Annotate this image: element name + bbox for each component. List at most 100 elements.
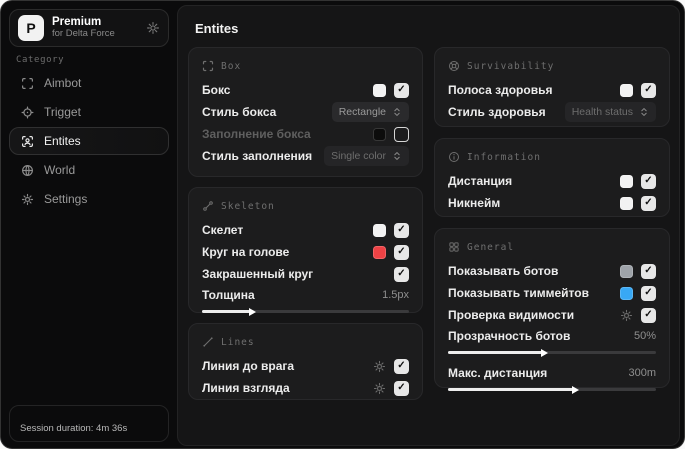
row-label: Дистанция <box>448 174 513 188</box>
app-window: P Premium for Delta Force Category Aimbo… <box>0 0 685 449</box>
show-teammates-checkbox[interactable]: ✓ <box>641 285 656 301</box>
slider-fill <box>448 348 548 357</box>
sidebar-item-settings[interactable]: Settings <box>9 185 169 213</box>
brand-subtitle: for Delta Force <box>52 28 115 40</box>
check-icon: ✓ <box>397 360 406 371</box>
slider-thumb[interactable] <box>571 385 579 394</box>
box-card-header: Box <box>202 57 409 75</box>
general-card-header: General <box>448 238 656 256</box>
dropdown-value: Health status <box>571 106 633 118</box>
row-label: Прозрачность ботов <box>448 329 571 343</box>
unfold-icon <box>392 151 402 161</box>
page-title: Entites <box>195 21 239 36</box>
visibility-settings-gear-icon[interactable] <box>620 309 633 322</box>
row-thickness: Толщина 1.5px <box>202 285 409 305</box>
row-show-teammates: Показывать тиммейтов ✓ <box>448 282 656 304</box>
enemy-line-settings-gear-icon[interactable] <box>373 360 386 373</box>
row-box-fill-style: Стиль заполнения Single color <box>202 145 409 167</box>
box-color-swatch[interactable] <box>373 83 386 97</box>
gear-icon <box>21 193 34 206</box>
row-enemy-line: Линия до врага ✓ <box>202 355 409 377</box>
head-circle-color-swatch[interactable] <box>373 245 386 259</box>
row-label: Бокс <box>202 83 231 97</box>
bone-icon <box>202 200 214 212</box>
row-label: Макс. дистанция <box>448 366 548 380</box>
box-style-dropdown[interactable]: Rectangle <box>331 102 409 122</box>
row-label: Заполнение бокса <box>202 127 311 141</box>
enemy-line-checkbox[interactable]: ✓ <box>394 358 409 374</box>
box-card: Box Бокс ✓ Стиль бокса Rectangle Заполне… <box>188 47 423 177</box>
sidebar-item-trigget[interactable]: Trigget <box>9 98 169 126</box>
box-fill-style-dropdown[interactable]: Single color <box>324 146 409 166</box>
settings-gear-icon[interactable] <box>146 21 160 35</box>
head-circle-checkbox[interactable]: ✓ <box>394 244 409 260</box>
row-label: Никнейм <box>448 196 501 210</box>
health-style-dropdown[interactable]: Health status <box>564 102 656 122</box>
globe-icon <box>21 164 34 177</box>
nickname-color-swatch[interactable] <box>620 196 633 210</box>
lines-card-header: Lines <box>202 333 409 351</box>
sidebar-item-label: Settings <box>44 192 88 206</box>
max-distance-value: 300m <box>628 367 656 379</box>
row-label: Полоса здоровья <box>448 83 553 97</box>
sidebar-item-label: Aimbot <box>44 76 82 90</box>
line-icon <box>202 336 214 348</box>
health-bar-color-swatch[interactable] <box>620 83 633 97</box>
row-label: Закрашенный круг <box>202 267 314 281</box>
row-head-circle: Круг на голове ✓ <box>202 241 409 263</box>
sidebar-item-world[interactable]: World <box>9 156 169 184</box>
sidebar: P Premium for Delta Force Category Aimbo… <box>1 1 177 448</box>
view-line-checkbox[interactable]: ✓ <box>394 380 409 396</box>
row-label: Круг на голове <box>202 245 290 259</box>
sidebar-item-aimbot[interactable]: Aimbot <box>9 69 169 97</box>
box-enable-checkbox[interactable]: ✓ <box>394 82 409 98</box>
bots-opacity-slider[interactable] <box>448 348 656 357</box>
skeleton-color-swatch[interactable] <box>373 223 386 237</box>
slider-thumb[interactable] <box>248 307 256 316</box>
row-filled-circle: Закрашенный круг ✓ <box>202 263 409 285</box>
row-skeleton-enable: Скелет ✓ <box>202 219 409 241</box>
visibility-check-checkbox[interactable]: ✓ <box>641 307 656 323</box>
health-bar-checkbox[interactable]: ✓ <box>641 82 656 98</box>
slider-thumb[interactable] <box>540 348 548 357</box>
grid-icon <box>448 241 460 253</box>
thickness-value: 1.5px <box>382 289 409 301</box>
lifebuoy-icon <box>448 60 460 72</box>
row-health-bar: Полоса здоровья ✓ <box>448 79 656 101</box>
category-label: Category <box>16 55 65 65</box>
row-label: Проверка видимости <box>448 308 575 322</box>
max-distance-slider[interactable] <box>448 385 656 394</box>
information-card-header: Information <box>448 148 656 166</box>
nickname-checkbox[interactable]: ✓ <box>641 195 656 211</box>
row-show-bots: Показывать ботов ✓ <box>448 260 656 282</box>
row-box-style: Стиль бокса Rectangle <box>202 101 409 123</box>
sidebar-item-entites[interactable]: Entites <box>9 127 169 155</box>
filled-circle-checkbox[interactable]: ✓ <box>394 266 409 282</box>
thickness-slider[interactable] <box>202 307 409 316</box>
survivability-card-header: Survivability <box>448 57 656 75</box>
survivability-card: Survivability Полоса здоровья ✓ Стиль зд… <box>434 47 670 127</box>
brand-card: P Premium for Delta Force <box>9 9 169 47</box>
box-fill-checkbox[interactable]: ✓ <box>394 126 409 142</box>
row-visibility-check: Проверка видимости ✓ <box>448 304 656 326</box>
app-logo: P <box>18 15 44 41</box>
dropdown-value: Single color <box>331 150 386 162</box>
lines-card-title: Lines <box>221 336 255 348</box>
logo-letter: P <box>26 20 36 36</box>
bots-color-swatch[interactable] <box>620 264 633 278</box>
distance-checkbox[interactable]: ✓ <box>641 173 656 189</box>
box-fill-color-swatch[interactable] <box>373 127 386 141</box>
sidebar-item-label: Trigget <box>44 105 81 119</box>
row-nickname: Никнейм ✓ <box>448 192 656 214</box>
check-icon: ✓ <box>644 265 653 276</box>
unfold-icon <box>392 107 402 117</box>
show-bots-checkbox[interactable]: ✓ <box>641 263 656 279</box>
distance-color-swatch[interactable] <box>620 174 633 188</box>
skeleton-checkbox[interactable]: ✓ <box>394 222 409 238</box>
teammates-color-swatch[interactable] <box>620 286 633 300</box>
sidebar-item-label: Entites <box>44 134 81 148</box>
information-card: Information Дистанция ✓ Никнейм ✓ <box>434 138 670 217</box>
view-line-settings-gear-icon[interactable] <box>373 382 386 395</box>
check-icon: ✓ <box>397 382 406 393</box>
row-label: Показывать ботов <box>448 264 559 278</box>
